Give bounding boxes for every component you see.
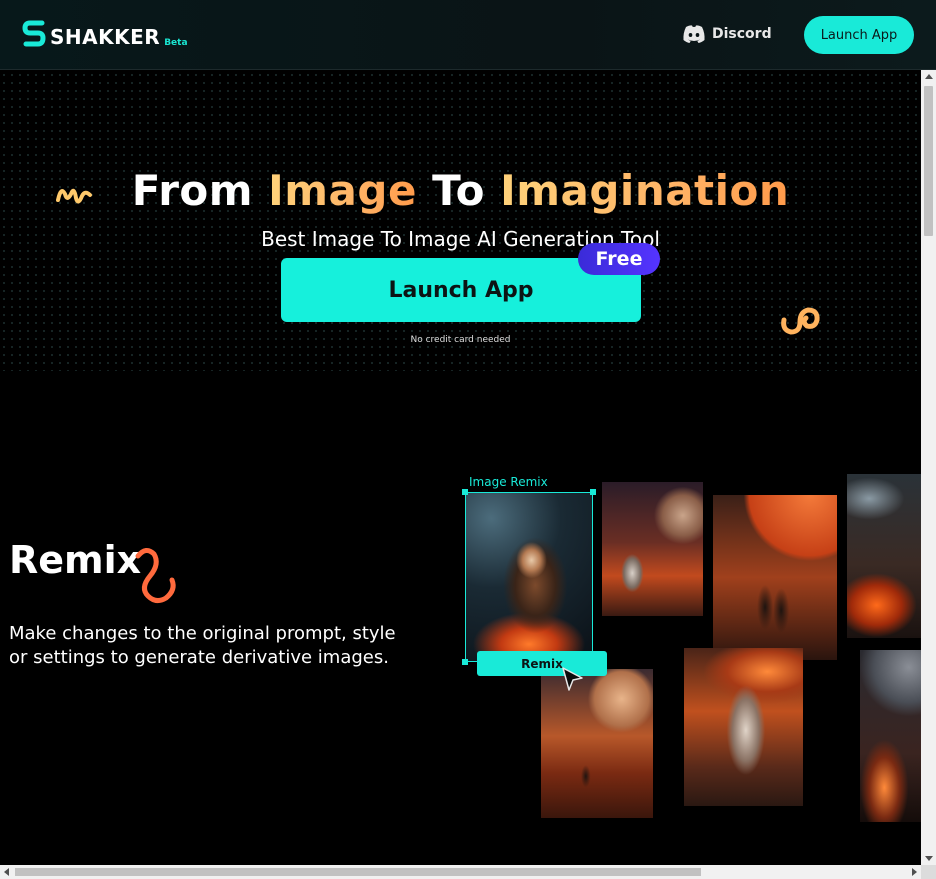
remix-button[interactable]: Remix xyxy=(477,651,607,676)
squiggle-decoration-right xyxy=(781,307,820,335)
hero-title-part1: From xyxy=(131,166,269,215)
astronaut-planet-image[interactable] xyxy=(602,482,703,616)
discord-label: Discord xyxy=(712,26,772,42)
hero-title: From Image To Imagination xyxy=(0,166,921,215)
scroll-down-arrow-icon[interactable] xyxy=(925,856,933,861)
astronaut-explosion-image[interactable] xyxy=(847,474,921,638)
selection-frame xyxy=(465,492,593,662)
remix-section-description: Make changes to the original prompt, sty… xyxy=(9,623,396,668)
astronauts-red-planet-image[interactable] xyxy=(713,495,837,660)
launch-app-button-header[interactable]: Launch App xyxy=(804,16,914,54)
scrollbar-corner xyxy=(921,865,936,879)
logo-text: SHAKKER xyxy=(50,25,161,49)
scroll-left-arrow-icon[interactable] xyxy=(4,868,9,876)
hero-title-part2: To xyxy=(416,166,501,215)
vertical-scrollbar[interactable] xyxy=(921,70,936,865)
selection-handle-top-left[interactable] xyxy=(462,489,468,495)
top-navbar: SHAKKER Beta Discord Launch App xyxy=(0,0,936,70)
remix-squiggle-decoration xyxy=(135,548,176,604)
horizontal-scroll-thumb[interactable] xyxy=(15,868,701,876)
scroll-right-arrow-icon[interactable] xyxy=(912,868,917,876)
horizontal-scrollbar[interactable] xyxy=(0,865,921,879)
selection-handle-top-right[interactable] xyxy=(590,489,596,495)
image-remix-label: Image Remix xyxy=(469,475,548,489)
astronaut-walking-image[interactable] xyxy=(684,648,803,806)
selection-handle-bottom-left[interactable] xyxy=(462,659,468,665)
shakker-logo[interactable]: SHAKKER Beta xyxy=(22,20,188,50)
free-badge: Free xyxy=(578,243,660,275)
scroll-up-arrow-icon[interactable] xyxy=(925,74,933,79)
discord-icon xyxy=(683,25,705,43)
planet-city-image[interactable] xyxy=(860,650,921,822)
beta-badge: Beta xyxy=(164,38,188,48)
hero-title-highlight-imagination: Imagination xyxy=(500,166,790,215)
remix-section-title: Remix xyxy=(9,538,142,582)
astronaut-canyon-image[interactable] xyxy=(541,669,653,818)
shakker-s-logo-icon xyxy=(22,20,46,47)
hero-title-highlight-image: Image xyxy=(268,166,417,215)
vertical-scroll-thumb[interactable] xyxy=(924,86,933,236)
mouse-pointer-icon xyxy=(562,667,583,691)
hero-subtitle: Best Image To Image AI Generation Tool xyxy=(261,227,660,251)
discord-link[interactable]: Discord xyxy=(682,24,772,44)
